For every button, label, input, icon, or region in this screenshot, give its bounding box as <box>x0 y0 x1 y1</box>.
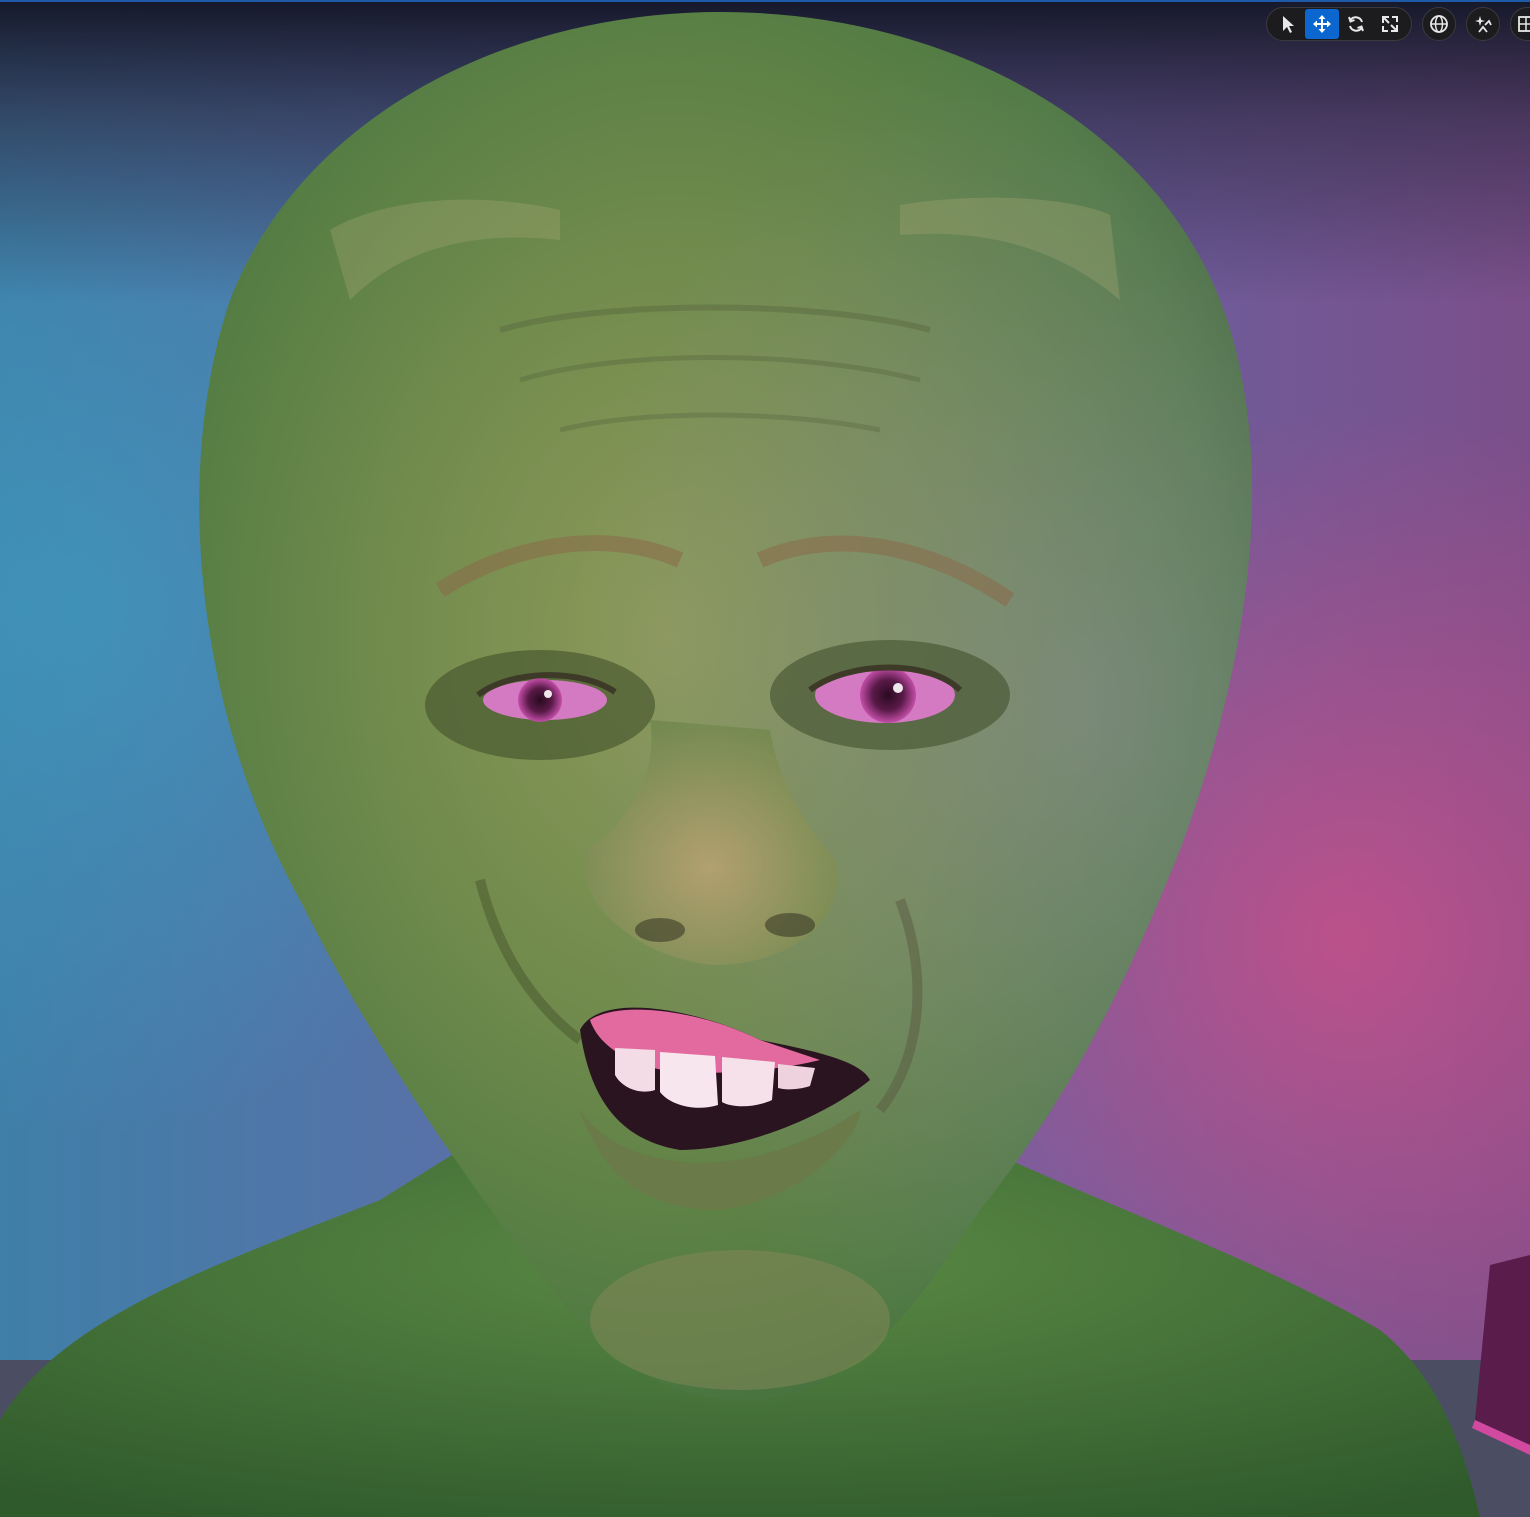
viewport-focus-line <box>0 0 1530 2</box>
translate-mode-button[interactable] <box>1305 9 1339 39</box>
move-arrows-icon <box>1313 15 1331 33</box>
grid-snap-button[interactable] <box>1510 7 1530 41</box>
viewport-render <box>0 0 1530 1517</box>
select-mode-button[interactable] <box>1271 9 1305 39</box>
globe-icon <box>1430 15 1448 33</box>
cursor-arrow-icon <box>1283 16 1294 33</box>
scale-mode-button[interactable] <box>1373 9 1407 39</box>
world-space-toggle-button[interactable] <box>1422 7 1456 41</box>
rotate-icon <box>1348 16 1364 32</box>
rotate-mode-button[interactable] <box>1339 9 1373 39</box>
level-viewport[interactable] <box>0 0 1530 1517</box>
transform-tool-group <box>1266 7 1412 41</box>
viewport-toolbar <box>1266 6 1530 42</box>
surface-snapping-button[interactable] <box>1466 7 1500 41</box>
grid-icon <box>1518 16 1530 32</box>
scale-icon <box>1382 16 1398 32</box>
snap-sparkle-icon <box>1475 16 1492 33</box>
